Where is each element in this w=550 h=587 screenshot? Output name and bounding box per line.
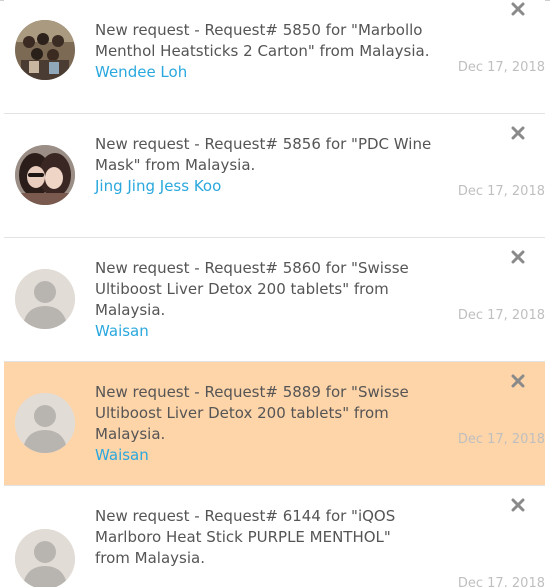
notification-message: New request - Request# 5850 for "Marboll… [95, 21, 430, 60]
close-icon[interactable] [510, 125, 526, 141]
close-icon[interactable] [510, 1, 526, 17]
notification-content: New request - Request# 5889 for "Swisse … [95, 382, 455, 466]
notification-message: New request - Request# 6144 for "iQOS Ma… [95, 507, 396, 567]
group-photo-avatar [15, 20, 75, 80]
notification-message: New request - Request# 5856 for "PDC Win… [95, 135, 432, 174]
notification-item-highlighted[interactable]: New request - Request# 5889 for "Swisse … [4, 362, 545, 486]
avatar [15, 393, 75, 453]
author-link[interactable]: Waisan [95, 321, 455, 342]
notification-date: Dec 17, 2018 [457, 308, 545, 323]
notification-date: Dec 17, 2018 [457, 576, 545, 587]
user-icon [15, 393, 75, 453]
notification-message: New request - Request# 5889 for "Swisse … [95, 383, 409, 443]
close-icon[interactable] [510, 497, 526, 513]
notification-item[interactable]: New request - Request# 5860 for "Swisse … [4, 238, 545, 362]
avatar [15, 145, 75, 205]
two-women-photo-avatar [15, 145, 75, 205]
notification-date: Dec 17, 2018 [457, 432, 545, 447]
close-icon[interactable] [510, 249, 526, 265]
user-icon [15, 269, 75, 329]
author-link[interactable]: Jing Jing Jess Koo [95, 176, 455, 197]
notification-content: New request - Request# 5856 for "PDC Win… [95, 134, 455, 197]
author-link[interactable]: Waisan [95, 445, 455, 466]
notification-message: New request - Request# 5860 for "Swisse … [95, 259, 409, 319]
notification-content: New request - Request# 5860 for "Swisse … [95, 258, 455, 342]
notification-item[interactable]: New request - Request# 6144 for "iQOS Ma… [4, 486, 545, 587]
avatar [15, 269, 75, 329]
notification-item[interactable]: New request - Request# 5850 for "Marboll… [4, 0, 545, 124]
close-icon[interactable] [510, 373, 526, 389]
notification-date: Dec 17, 2018 [457, 60, 545, 75]
author-link[interactable]: Wendee Loh [95, 62, 455, 83]
notification-content: New request - Request# 6144 for "iQOS Ma… [95, 506, 425, 569]
avatar [15, 20, 75, 80]
avatar [15, 529, 75, 587]
notification-content: New request - Request# 5850 for "Marboll… [95, 20, 455, 83]
notification-item[interactable]: New request - Request# 5856 for "PDC Win… [4, 114, 545, 238]
notification-date: Dec 17, 2018 [457, 184, 545, 199]
user-icon [15, 529, 75, 587]
